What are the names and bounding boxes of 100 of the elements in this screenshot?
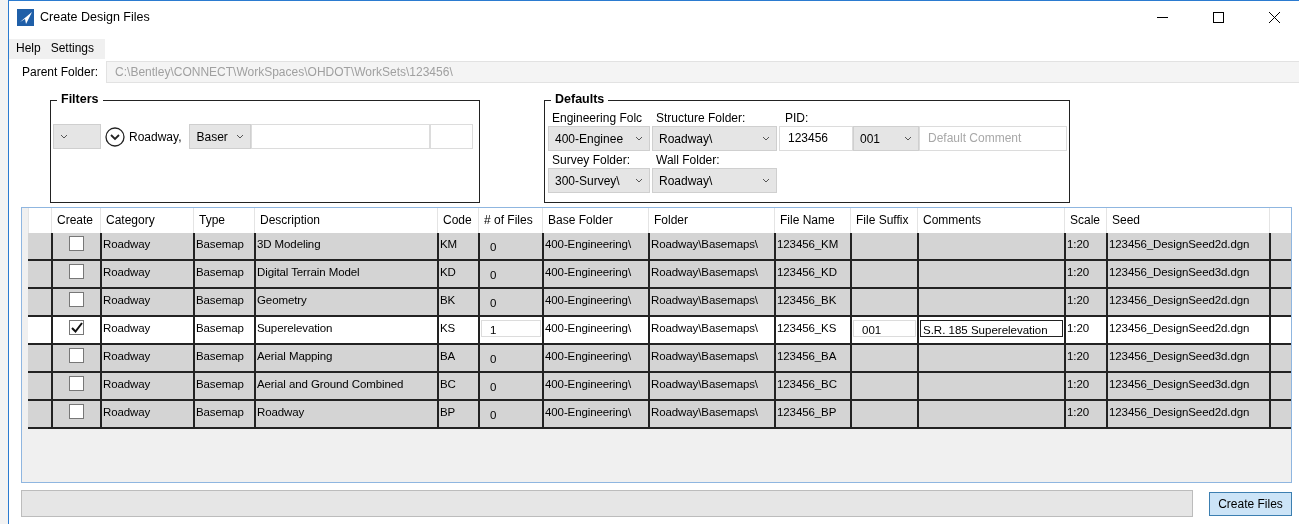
table-cell: BP [437, 401, 478, 427]
table-cell: Digital Terrain Model [254, 261, 437, 287]
create-checkbox[interactable] [69, 404, 84, 419]
table-cell: 0 [478, 401, 542, 427]
engineering-folder-combo[interactable]: 400-Enginee [548, 126, 650, 151]
table-cell: 400-Engineering\ [542, 289, 648, 315]
wall-folder-combo[interactable]: Roadway\ [652, 168, 777, 193]
table-cell: 1:20 [1064, 289, 1106, 315]
table-cell: Roadway [100, 233, 193, 259]
group-title: Filters [57, 92, 103, 106]
table-cell: BK [437, 289, 478, 315]
table-row[interactable]: Roadway Basemap Digital Terrain Model KD 0 400-Engineering\ Roadway\Basemaps\ 123456_KD 1:20 123456_DesignSeed3d.dgn [28, 261, 1291, 289]
table-cell: Basemap [193, 289, 254, 315]
table-row[interactable]: Roadway Basemap Roadway BP 0 400-Engineering\ Roadway\Basemaps\ 123456_BP 1:20 123456_DesignSeed2d.dgn [28, 401, 1291, 429]
table-cell: 0 [478, 289, 542, 315]
filter-field[interactable] [251, 124, 431, 149]
caret-icon [60, 134, 68, 139]
table-cell: Basemap [193, 345, 254, 371]
table-cell: KD [437, 261, 478, 287]
table-cell: 1:20 [1064, 401, 1106, 427]
table-row[interactable]: Roadway Basemap Aerial Mapping BA 0 400-Engineering\ Roadway\Basemaps\ 123456_BA 1:20 123456_DesignSeed3d.dgn [28, 345, 1291, 373]
table-cell: 1:20 [1064, 261, 1106, 287]
table-cell: 400-Engineering\ [542, 401, 648, 427]
table-cell: KM [437, 233, 478, 259]
table-cell: Aerial and Ground Combined [254, 373, 437, 399]
create-checkbox[interactable] [69, 264, 84, 279]
structure-folder-combo[interactable]: Roadway\ [652, 126, 777, 151]
table-cell: 1:20 [1064, 345, 1106, 371]
caret-icon [762, 136, 770, 141]
table-cell: Basemap [193, 401, 254, 427]
table-row[interactable]: Roadway Basemap 3D Modeling KM 0 400-Engineering\ Roadway\Basemaps\ 123456_KM 1:20 123456_DesignSeed2d.dgn [28, 233, 1291, 261]
caret-icon [762, 178, 770, 183]
table-cell: 1:20 [1064, 233, 1106, 259]
filter-field[interactable] [430, 124, 474, 149]
table-cell: Aerial Mapping [254, 345, 437, 371]
create-checkbox[interactable] [69, 320, 84, 335]
table-cell: Roadway [100, 317, 193, 343]
table-cell: BC [437, 373, 478, 399]
close-icon [1268, 11, 1280, 23]
expand-icon [105, 126, 125, 147]
table-cell: 1:20 [1064, 317, 1106, 343]
table-cell: Roadway [100, 261, 193, 287]
create-checkbox[interactable] [69, 236, 84, 251]
create-checkbox[interactable] [69, 292, 84, 307]
table-cell: 0 [478, 345, 542, 371]
table-cell: Roadway\Basemaps\ [648, 373, 774, 399]
table-cell: Geometry [254, 289, 437, 315]
table-row[interactable]: Roadway Basemap Geometry BK 0 400-Engineering\ Roadway\Basemaps\ 123456_BK 1:20 123456_DesignSeed2d.dgn [28, 289, 1291, 317]
table-cell: 0 [478, 233, 542, 259]
table-cell: 1:20 [1064, 373, 1106, 399]
minimize-icon [1156, 16, 1168, 18]
table-cell: Roadway\Basemaps\ [648, 317, 774, 343]
table-cell: 123456_DesignSeed2d.dgn [1106, 233, 1269, 259]
table-cell: 123456_KS [774, 317, 850, 343]
table-cell: 123456_DesignSeed3d.dgn [1106, 345, 1269, 371]
app-logo-icon [17, 8, 34, 26]
table-cell: 400-Engineering\ [542, 233, 648, 259]
table-cell: 400-Engineering\ [542, 317, 648, 343]
menu-item[interactable]: Help [11, 39, 46, 59]
caret-icon [635, 178, 643, 183]
table-cell: 123456_KD [774, 261, 850, 287]
table-cell: 400-Engineering\ [542, 345, 648, 371]
table-cell: 123456_DesignSeed2d.dgn [1106, 401, 1269, 427]
table-cell: BA [437, 345, 478, 371]
table-cell: 123456_DesignSeed2d.dgn [1106, 289, 1269, 315]
table-cell: 123456_BK [774, 289, 850, 315]
table-cell: Roadway\Basemaps\ [648, 345, 774, 371]
caret-icon [635, 136, 643, 141]
table-row[interactable]: Roadway Basemap Superelevation KS 1 400-Engineering\ Roadway\Basemaps\ 123456_KS 001 S.R. 185 Superelevation 1:20 123456_DesignSeed2d.dgn [28, 317, 1291, 345]
survey-folder-combo[interactable]: 300-Survey\ [548, 168, 650, 193]
table-row[interactable]: Roadway Basemap Aerial and Ground Combined BC 0 400-Engineering\ Roadway\Basemaps\ 123456_BC 1:20 123456_DesignSeed3d.dgn [28, 373, 1291, 401]
field-label: Survey Folder: [551, 152, 632, 168]
table-cell: Roadway\Basemaps\ [648, 401, 774, 427]
filter-text: Roadway, [129, 129, 182, 144]
comments-field[interactable]: S.R. 185 Superelevation [920, 320, 1063, 337]
table-cell: 123456_KM [774, 233, 850, 259]
menu-item[interactable]: Settings [45, 39, 100, 59]
table-cell: 123456_DesignSeed2d.dgn [1106, 317, 1269, 343]
table-cell: 123456_DesignSeed3d.dgn [1106, 373, 1269, 399]
table-cell: 400-Engineering\ [542, 261, 648, 287]
create-files-button[interactable]: Create Files [1209, 491, 1292, 516]
caret-icon [904, 136, 912, 141]
table-cell: 123456_DesignSeed3d.dgn [1106, 261, 1269, 287]
table-cell: Roadway [100, 373, 193, 399]
files-count-field[interactable]: 1 [481, 320, 541, 337]
table-cell: 400-Engineering\ [542, 373, 648, 399]
create-checkbox[interactable] [69, 376, 84, 391]
table-cell: Roadway [100, 289, 193, 315]
group-title: Defaults [551, 92, 609, 106]
table-cell: 123456_BP [774, 401, 850, 427]
suffix-combo[interactable]: 001 [853, 126, 919, 151]
pid-field[interactable]: 123456 [779, 126, 853, 151]
create-checkbox[interactable] [69, 348, 84, 363]
table-cell: Roadway [100, 401, 193, 427]
maximize-icon [1212, 11, 1224, 23]
file-suffix-field[interactable]: 001 [853, 320, 916, 337]
field-label: Structure Folder: [655, 110, 747, 126]
table-cell: Roadway [254, 401, 437, 427]
table-cell: Basemap [193, 317, 254, 343]
filter-combo[interactable]: Baser [189, 124, 252, 149]
